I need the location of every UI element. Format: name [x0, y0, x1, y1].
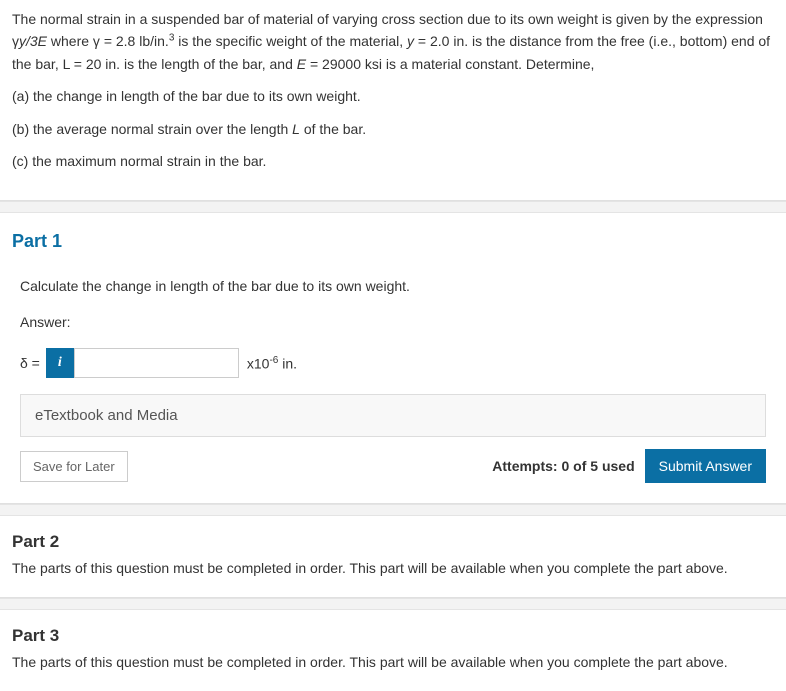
problem-part-a: (a) the change in length of the bar due … — [12, 85, 774, 107]
part-1-footer: Save for Later Attempts: 0 of 5 used Sub… — [20, 449, 766, 483]
problem-part-b: (b) the average normal strain over the l… — [12, 118, 774, 140]
section-gap — [0, 598, 786, 610]
part-2-message: The parts of this question must be compl… — [12, 558, 774, 579]
part-1-instruction: Calculate the change in length of the ba… — [20, 278, 766, 294]
attempts-text: Attempts: 0 of 5 used — [492, 458, 634, 474]
info-icon[interactable]: i — [46, 348, 74, 378]
submit-answer-button[interactable]: Submit Answer — [645, 449, 766, 483]
part-1-title: Part 1 — [12, 231, 774, 252]
part-3-title: Part 3 — [12, 626, 774, 646]
etextbook-media-button[interactable]: eTextbook and Media — [20, 394, 766, 437]
answer-input-row: δ = i x10-6 in. — [20, 348, 766, 378]
problem-part-c: (c) the maximum normal strain in the bar… — [12, 150, 774, 172]
part-3-message: The parts of this question must be compl… — [12, 652, 774, 673]
section-gap — [0, 504, 786, 516]
save-for-later-button[interactable]: Save for Later — [20, 451, 128, 482]
delta-equals: δ = — [20, 355, 40, 371]
answer-unit: x10-6 in. — [247, 355, 297, 372]
answer-input[interactable] — [74, 348, 239, 378]
section-gap — [0, 201, 786, 213]
part-3: Part 3 The parts of this question must b… — [0, 610, 786, 691]
problem-intro: The normal strain in a suspended bar of … — [12, 8, 774, 75]
part-2-title: Part 2 — [12, 532, 774, 552]
answer-label: Answer: — [20, 314, 766, 330]
part-2: Part 2 The parts of this question must b… — [0, 516, 786, 597]
problem-statement: The normal strain in a suspended bar of … — [0, 0, 786, 200]
part-1: Part 1 Calculate the change in length of… — [0, 213, 786, 503]
